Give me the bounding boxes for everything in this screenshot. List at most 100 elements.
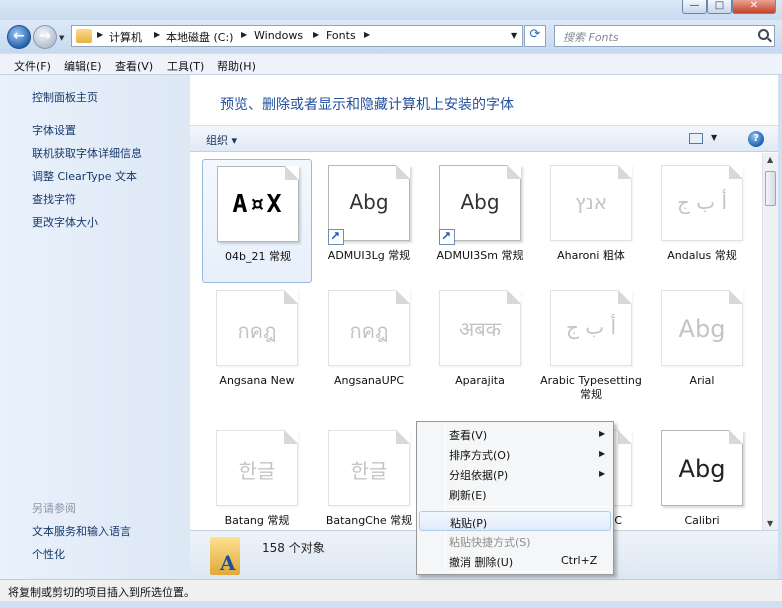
breadcrumb-computer[interactable]: 计算机: [109, 29, 142, 45]
scroll-down-arrow[interactable]: ▼: [767, 519, 773, 528]
font-name: AngsanaUPC: [333, 374, 405, 387]
view-options-dropdown[interactable]: ▼: [711, 133, 717, 142]
get-font-info-online-link[interactable]: 联机获取字体详细信息: [32, 145, 142, 161]
command-bar: 组织 ▾ ▼ ?: [190, 125, 778, 152]
context-menu-item[interactable]: 排序方式(O) ▶: [419, 444, 611, 464]
menu-help[interactable]: 帮助(H): [217, 58, 256, 74]
font-name: Calibri: [684, 514, 720, 527]
adjust-cleartype-link[interactable]: 调整 ClearType 文本: [32, 168, 137, 184]
menu-bar: 文件(F) 编辑(E) 查看(V) 工具(T) 帮助(H): [0, 54, 782, 75]
font-file-icon: A¤X: [217, 166, 299, 242]
search-input[interactable]: 搜索 Fonts: [554, 25, 775, 47]
font-preview-glyph: Abg: [678, 315, 726, 343]
menu-file[interactable]: 文件(F): [14, 58, 51, 74]
context-menu-item[interactable]: 撤消 删除(U) Ctrl+Z: [419, 551, 611, 571]
font-preview-glyph: أ ب ج: [565, 315, 616, 339]
organize-button[interactable]: 组织 ▾: [206, 132, 237, 148]
font-preview-glyph: אנץ: [574, 190, 608, 214]
font-file-icon: Abg: [661, 290, 743, 366]
font-preview-glyph: 한글: [350, 459, 388, 483]
menu-separator: [449, 571, 609, 572]
context-menu-label: 粘贴(P): [450, 517, 488, 530]
font-settings-link[interactable]: 字体设置: [32, 122, 76, 138]
font-name: BatangChe 常规: [325, 514, 413, 527]
menu-separator: [449, 506, 609, 507]
search-icon[interactable]: [758, 29, 769, 40]
refresh-button[interactable]: ⟳: [524, 25, 546, 47]
font-tile[interactable]: กคฎ Angsana New: [202, 284, 312, 408]
font-tile[interactable]: अबक Aparajita: [425, 284, 535, 408]
font-tile[interactable]: Abg ADMUI3Lg 常规: [314, 159, 424, 283]
font-preview-glyph: กคฎ: [237, 319, 277, 343]
search-placeholder: 搜索 Fonts: [563, 31, 619, 44]
recent-pages-dropdown[interactable]: ▼: [59, 34, 64, 42]
font-tile[interactable]: A¤X 04b_21 常规: [202, 159, 312, 283]
personalization-link[interactable]: 个性化: [32, 546, 65, 562]
see-also-heading: 另请参阅: [32, 502, 76, 515]
crumb-separator[interactable]: ▶: [364, 30, 370, 39]
vertical-scrollbar[interactable]: ▲ ▼: [762, 153, 778, 530]
font-preview-glyph: กคฎ: [349, 319, 389, 343]
font-tile[interactable]: Abg ADMUI3Sm 常规: [425, 159, 535, 283]
scroll-thumb[interactable]: [765, 171, 776, 206]
breadcrumb-fonts[interactable]: Fonts: [326, 29, 356, 42]
font-preview-glyph: 한글: [238, 459, 276, 483]
scroll-up-arrow[interactable]: ▲: [767, 155, 773, 164]
crumb-separator[interactable]: ▶: [241, 30, 247, 39]
address-history-dropdown[interactable]: ▼: [511, 31, 517, 40]
menu-view[interactable]: 查看(V): [115, 58, 153, 74]
font-file-icon: Abg: [661, 430, 743, 506]
forward-button[interactable]: →: [33, 25, 57, 49]
font-preview-glyph: Abg: [678, 455, 726, 483]
close-button[interactable]: ✕: [732, 0, 776, 14]
context-menu-label: 排序方式(O): [449, 449, 511, 462]
change-view-icon[interactable]: [689, 133, 703, 144]
crumb-separator[interactable]: ▶: [97, 30, 103, 39]
menu-edit[interactable]: 编辑(E): [64, 58, 102, 74]
crumb-separator[interactable]: ▶: [154, 30, 160, 39]
text-services-link[interactable]: 文本服务和输入语言: [32, 523, 131, 539]
context-menu-item[interactable]: 分组依据(P) ▶: [419, 464, 611, 484]
font-tile[interactable]: אנץ Aharoni 粗体: [536, 159, 646, 283]
crumb-separator[interactable]: ▶: [313, 30, 319, 39]
context-menu-label: 粘贴快捷方式(S): [449, 536, 531, 549]
shortcut-arrow-icon: [439, 229, 455, 245]
font-tile[interactable]: กคฎ AngsanaUPC: [314, 284, 424, 408]
minimize-button[interactable]: —: [682, 0, 707, 14]
maximize-button[interactable]: □: [707, 0, 732, 14]
context-menu-item[interactable]: 粘贴(P): [419, 511, 611, 531]
font-name: Andalus 常规: [667, 249, 737, 262]
font-file-icon: أ ب ج: [550, 290, 632, 366]
font-tile[interactable]: 한글 BatangChe 常规: [314, 424, 424, 530]
context-menu-label: 查看(V): [449, 429, 488, 442]
font-tile[interactable]: Abg Calibri: [647, 424, 757, 530]
context-menu-label: 撤消 删除(U): [449, 556, 514, 569]
address-bar[interactable]: ▶ 计算机 ▶ 本地磁盘 (C:) ▶ Windows ▶ Fonts ▶ ▼: [71, 25, 523, 47]
find-character-link[interactable]: 查找字符: [32, 191, 76, 207]
font-file-icon: 한글: [216, 430, 298, 506]
font-name: Aparajita: [455, 374, 505, 387]
font-name: ADMUI3Lg 常规: [327, 249, 411, 262]
shortcut-arrow-icon: [328, 229, 344, 245]
font-tile[interactable]: أ ب ج Arabic Typesetting 常规: [536, 284, 646, 408]
font-file-icon: 한글: [328, 430, 410, 506]
submenu-arrow-icon: ▶: [599, 449, 606, 458]
font-tile[interactable]: 한글 Batang 常规: [202, 424, 312, 530]
context-menu: 查看(V) ▶ 排序方式(O) ▶ 分组依据(P) ▶ 刷新(E) 粘贴(P) 粘贴快捷方式(S…: [416, 421, 614, 575]
font-preview-glyph: Abg: [460, 190, 500, 214]
control-panel-home-link[interactable]: 控制面板主页: [32, 89, 98, 105]
breadcrumb-local-disk[interactable]: 本地磁盘 (C:): [166, 29, 233, 45]
breadcrumb-windows[interactable]: Windows: [254, 29, 303, 42]
font-preview-glyph: Abg: [349, 190, 389, 214]
font-tile[interactable]: Abg Arial: [647, 284, 757, 408]
back-button[interactable]: ←: [7, 25, 31, 49]
menu-tools[interactable]: 工具(T): [167, 58, 204, 74]
context-menu-item: 粘贴快捷方式(S): [419, 531, 611, 551]
context-menu-item[interactable]: 刷新(E): [419, 484, 611, 504]
font-name: Arabic Typesetting 常规: [540, 374, 642, 401]
context-menu-item[interactable]: 查看(V) ▶: [419, 424, 611, 444]
help-button[interactable]: ?: [748, 131, 764, 147]
font-tile[interactable]: أ ب ج Andalus 常规: [647, 159, 757, 283]
change-font-size-link[interactable]: 更改字体大小: [32, 214, 98, 230]
submenu-arrow-icon: ▶: [599, 469, 606, 478]
